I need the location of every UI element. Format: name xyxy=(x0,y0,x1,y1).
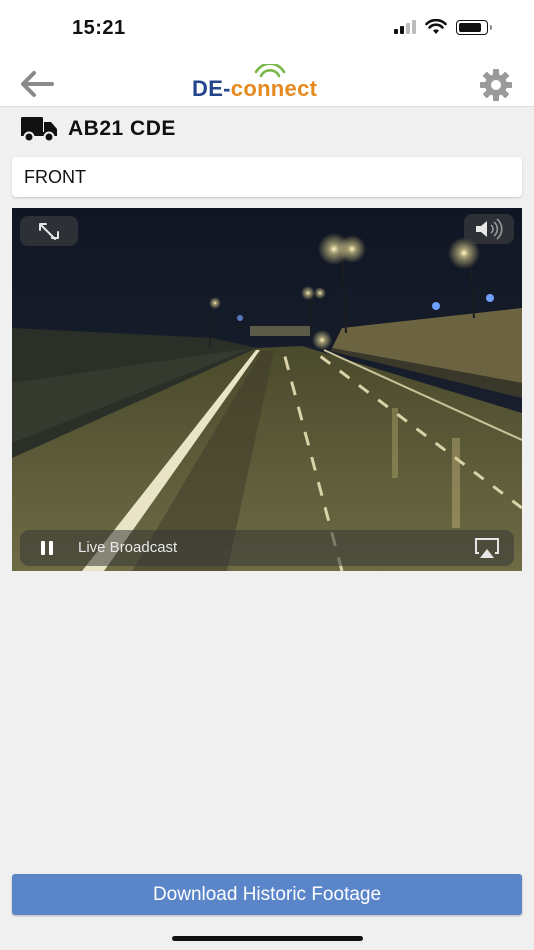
camera-selector[interactable]: FRONT xyxy=(12,157,522,197)
logo-signal-icon xyxy=(254,64,286,78)
gear-icon xyxy=(480,69,512,101)
live-broadcast-label: Live Broadcast xyxy=(78,539,178,556)
nav-bar: DE- connect xyxy=(0,60,534,107)
logo-brand-text: connect xyxy=(230,76,318,101)
status-icons xyxy=(394,19,492,35)
video-player[interactable]: Live Broadcast xyxy=(12,208,522,571)
battery-icon xyxy=(456,19,492,35)
fullscreen-button[interactable] xyxy=(20,216,78,246)
wifi-icon xyxy=(425,19,447,34)
back-button[interactable] xyxy=(16,66,56,102)
speaker-icon xyxy=(476,218,503,240)
logo-brand: connect xyxy=(230,64,318,102)
logo-prefix: DE- xyxy=(192,76,231,101)
player-controls: Live Broadcast xyxy=(20,530,514,566)
pause-icon[interactable] xyxy=(40,540,54,556)
expand-icon xyxy=(39,223,59,240)
home-indicator xyxy=(172,936,363,941)
status-time: 15:21 xyxy=(72,17,126,39)
download-historic-footage-button[interactable]: Download Historic Footage xyxy=(12,874,522,915)
download-button-label: Download Historic Footage xyxy=(152,884,382,905)
cellular-signal-icon xyxy=(394,20,416,34)
vehicle-header: AB21 CDE xyxy=(20,114,176,144)
volume-button[interactable] xyxy=(464,214,514,244)
back-arrow-icon xyxy=(21,71,54,97)
airplay-icon[interactable] xyxy=(474,537,500,559)
video-frame xyxy=(12,208,522,571)
vehicle-registration: AB21 CDE xyxy=(68,117,176,140)
app-logo: DE- connect xyxy=(192,64,318,102)
camera-selected-value: FRONT xyxy=(24,167,86,187)
truck-icon xyxy=(21,117,57,143)
status-bar: 15:21 xyxy=(0,0,534,60)
settings-button[interactable] xyxy=(478,67,514,103)
